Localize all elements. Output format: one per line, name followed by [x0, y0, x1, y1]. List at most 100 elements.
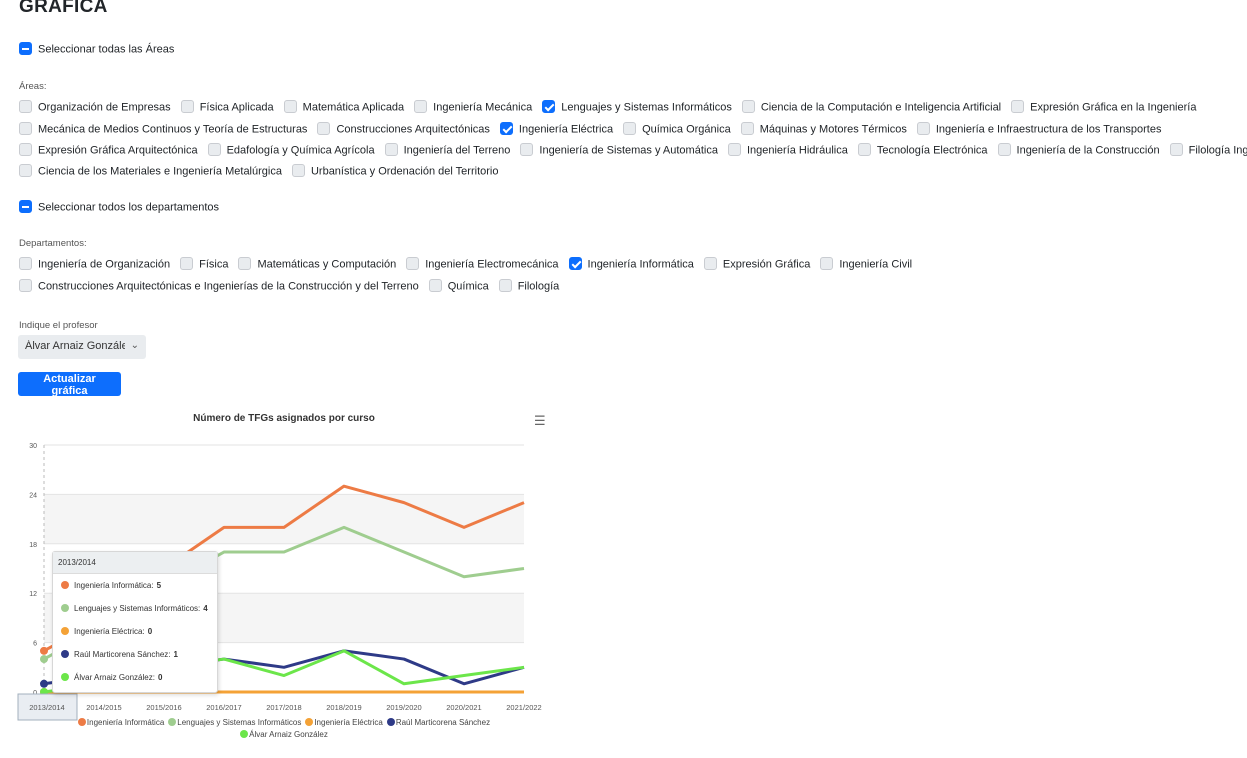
area-checkbox[interactable]: [499, 122, 513, 135]
select-all-departments[interactable]: Seleccionar todos los departamentos: [19, 200, 219, 214]
area-checkbox[interactable]: [19, 164, 32, 177]
department-ingenieria-de-organizacion[interactable]: Ingeniería de Organización: [19, 257, 170, 271]
area-checkbox[interactable]: [542, 100, 556, 113]
area-matematica-aplicada[interactable]: Matemática Aplicada: [283, 100, 404, 114]
page-title: GRÁFICA: [19, 0, 108, 17]
legend-item-alvar-arnaiz-gonzalez[interactable]: Álvar Arnaiz González: [240, 729, 328, 741]
department-label: Química: [447, 280, 489, 293]
update-chart-button[interactable]: Actualizar gráfica: [18, 372, 121, 397]
tooltip-label: Ingeniería Eléctrica:: [74, 627, 145, 636]
area-ingenieria-del-terreno[interactable]: Ingeniería del Terreno: [384, 143, 510, 157]
select-all-departments-checkbox[interactable]: [19, 200, 32, 213]
select-all-departments-label: Seleccionar todos los departamentos: [38, 201, 219, 214]
department-checkbox[interactable]: [238, 257, 252, 270]
department-matematicas-y-computacion[interactable]: Matemáticas y Computación: [238, 257, 397, 271]
menu-icon[interactable]: ☰: [534, 413, 546, 429]
area-ciencia-de-la-computacion-e-inteligencia-artificial[interactable]: Ciencia de la Computación e Inteligencia…: [741, 100, 1001, 114]
department-checkbox[interactable]: [498, 279, 512, 292]
area-checkbox[interactable]: [727, 143, 741, 156]
area-ingenieria-electrica[interactable]: Ingeniería Eléctrica: [499, 122, 613, 136]
tooltip-row: Raúl Marticorena Sánchez: 1: [53, 643, 217, 666]
department-checkbox[interactable]: [703, 257, 717, 270]
area-label: Urbanística y Ordenación del Territorio: [310, 165, 499, 178]
area-checkbox[interactable]: [283, 100, 297, 113]
area-checkbox[interactable]: [740, 122, 754, 135]
area-row: Mecánica de Medios Continuos y Teoría de…: [19, 122, 1171, 136]
legend-item-raul-marticorena-sanchez[interactable]: Raúl Marticorena Sánchez: [386, 717, 491, 729]
legend-label: Ingeniería Informática: [86, 718, 165, 727]
area-urbanistica-y-ordenacion-del-territorio[interactable]: Urbanística y Ordenación del Territorio: [291, 164, 499, 178]
legend-item-ingenieria-electrica[interactable]: Ingeniería Eléctrica: [305, 717, 383, 729]
tooltip-value: 5: [156, 581, 162, 590]
department-fisica[interactable]: Física: [180, 257, 228, 271]
department-ingenieria-civil[interactable]: Ingeniería Civil: [820, 257, 912, 271]
legend-item-ingenieria-informatica[interactable]: Ingeniería Informática: [77, 717, 165, 729]
area-checkbox[interactable]: [1169, 143, 1183, 156]
legend-label: Ingeniería Eléctrica: [314, 718, 383, 727]
department-checkbox[interactable]: [19, 279, 32, 292]
area-checkbox[interactable]: [741, 100, 755, 113]
department-expresion-grafica[interactable]: Expresión Gráfica: [703, 257, 810, 271]
area-fisica-aplicada[interactable]: Física Aplicada: [180, 100, 274, 114]
department-label: Matemáticas y Computación: [257, 258, 397, 271]
department-ingenieria-electromecanica[interactable]: Ingeniería Electromecánica: [406, 257, 559, 271]
area-ingenieria-hidraulica[interactable]: Ingeniería Hidráulica: [727, 143, 848, 157]
legend-label: Raúl Marticorena Sánchez: [395, 718, 491, 727]
area-expresion-grafica-en-la-ingenieria[interactable]: Expresión Gráfica en la Ingeniería: [1011, 100, 1196, 114]
areas-section-label: Áreas:: [19, 81, 47, 92]
area-construcciones-arquitectonicas[interactable]: Construcciones Arquitectónicas: [317, 122, 490, 136]
area-ingenieria-de-la-construccion[interactable]: Ingeniería de la Construcción: [997, 143, 1160, 157]
area-label: Mecánica de Medios Continuos y Teoría de…: [38, 123, 308, 136]
department-quimica[interactable]: Química: [428, 279, 489, 293]
area-checkbox[interactable]: [414, 100, 428, 113]
area-maquinas-y-motores-termicos[interactable]: Máquinas y Motores Térmicos: [740, 122, 907, 136]
area-filologia-inglesa[interactable]: Filología Inglesa: [1169, 143, 1247, 157]
area-checkbox[interactable]: [207, 143, 221, 156]
area-checkbox[interactable]: [19, 143, 32, 156]
area-row: Expresión Gráfica Arquitectónica Edafolog…: [19, 143, 1247, 157]
series-dot-icon: [61, 626, 69, 635]
area-checkbox[interactable]: [19, 122, 32, 135]
department-checkbox[interactable]: [428, 279, 442, 292]
area-checkbox[interactable]: [19, 100, 32, 113]
area-mecanica-de-medios-continuos-y-teoria-de-estructuras[interactable]: Mecánica de Medios Continuos y Teoría de…: [19, 122, 308, 136]
department-checkbox[interactable]: [19, 257, 32, 270]
series-dot-icon: [61, 580, 69, 589]
professor-select[interactable]: Álvar Arnaiz González ⌄: [18, 335, 146, 359]
area-checkbox[interactable]: [916, 122, 930, 135]
area-ingenieria-de-sistemas-y-automatica[interactable]: Ingeniería de Sistemas y Automática: [520, 143, 718, 157]
area-label: Construcciones Arquitectónicas: [336, 123, 490, 136]
select-all-areas[interactable]: Seleccionar todas las Áreas: [19, 42, 174, 56]
department-checkbox[interactable]: [820, 257, 834, 270]
area-organizacion-de-empresas[interactable]: Organización de Empresas: [19, 100, 171, 114]
department-construcciones-arquitectonicas-e-ingenierias-de-la-construccion-y-del-terreno[interactable]: Construcciones Arquitectónicas e Ingenie…: [19, 279, 419, 293]
department-filologia[interactable]: Filología: [498, 279, 560, 293]
department-checkbox[interactable]: [406, 257, 420, 270]
area-ingenieria-e-infraestructura-de-los-transportes[interactable]: Ingeniería e Infraestructura de los Tran…: [916, 122, 1161, 136]
area-checkbox[interactable]: [623, 122, 637, 135]
area-ciencia-de-los-materiales-e-ingenieria-metalurgica[interactable]: Ciencia de los Materiales e Ingeniería M…: [19, 164, 282, 178]
area-checkbox[interactable]: [384, 143, 398, 156]
area-tecnologia-electronica[interactable]: Tecnología Electrónica: [857, 143, 988, 157]
area-checkbox[interactable]: [997, 143, 1011, 156]
department-checkbox[interactable]: [568, 257, 582, 270]
legend-item-lenguajes-y-sistemas-informaticos[interactable]: Lenguajes y Sistemas Informáticos: [168, 717, 301, 729]
area-checkbox[interactable]: [1011, 100, 1025, 113]
area-label: Lenguajes y Sistemas Informáticos: [561, 101, 732, 114]
department-ingenieria-informatica[interactable]: Ingeniería Informática: [568, 257, 694, 271]
area-checkbox[interactable]: [520, 143, 534, 156]
chevron-down-icon: ⌄: [130, 340, 139, 351]
legend-dot-icon: [305, 717, 314, 726]
area-edafologia-y-quimica-agricola[interactable]: Edafología y Química Agrícola: [207, 143, 375, 157]
area-checkbox[interactable]: [317, 122, 331, 135]
area-quimica-organica[interactable]: Química Orgánica: [623, 122, 731, 136]
department-label: Filología: [517, 280, 560, 293]
area-lenguajes-y-sistemas-informaticos[interactable]: Lenguajes y Sistemas Informáticos: [542, 100, 732, 114]
department-checkbox[interactable]: [180, 257, 194, 270]
select-all-areas-checkbox[interactable]: [19, 42, 32, 55]
area-checkbox[interactable]: [291, 164, 305, 177]
area-ingenieria-mecanica[interactable]: Ingeniería Mecánica: [414, 100, 532, 114]
area-expresion-grafica-arquitectonica[interactable]: Expresión Gráfica Arquitectónica: [19, 143, 198, 157]
area-checkbox[interactable]: [857, 143, 871, 156]
area-checkbox[interactable]: [180, 100, 194, 113]
